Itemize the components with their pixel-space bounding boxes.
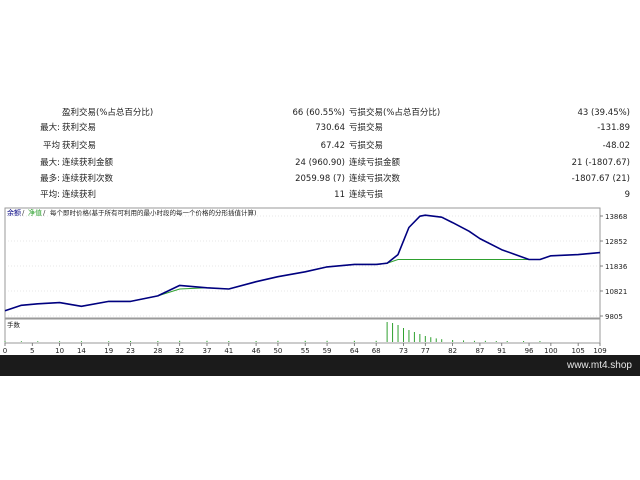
x-tick-label: 50 — [273, 347, 282, 355]
y-tick-label: 12852 — [605, 238, 627, 246]
stats-win-key: 获利交易 — [62, 123, 97, 133]
x-tick-label: 91 — [497, 347, 506, 355]
stats-loss-key: 连续亏损 — [349, 190, 384, 200]
stats-loss-value: -131.89 — [597, 123, 630, 133]
legend-note: 每个即时价格(基于所有可利用的最小时段的每一个价格的分形插值计算) — [50, 208, 257, 217]
y-tick-label: 10821 — [605, 288, 627, 296]
stats-row-label — [20, 105, 60, 121]
x-tick-label: 41 — [224, 347, 233, 355]
x-tick-label: 105 — [571, 347, 584, 355]
x-tick-label: 87 — [475, 347, 484, 355]
x-tick-label: 82 — [448, 347, 457, 355]
stats-win-value: 24 (960.90) — [295, 158, 345, 168]
x-tick-label: 37 — [203, 347, 212, 355]
stats-row-label: 平均 — [42, 141, 60, 151]
x-tick-label: 0 — [3, 347, 7, 355]
x-tick-label: 10 — [55, 347, 64, 355]
stats-win-key: 获利交易 — [62, 141, 97, 151]
stats-win-value: 730.64 — [315, 123, 345, 133]
stats-loss-key: 亏损交易 — [349, 123, 384, 133]
stats-win-value: 67.42 — [320, 141, 345, 151]
stats-win-value: 66 (60.55%) — [292, 108, 345, 118]
legend-balance: 余额 — [7, 208, 21, 217]
x-tick-label: 28 — [153, 347, 162, 355]
stats-win-value: 11 — [334, 190, 345, 200]
stats-row: 最大: 连续获利金额 24 (960.90) 连续亏损金额 21 (-1807.67) — [0, 155, 640, 171]
legend-equity: 净值 — [28, 208, 42, 217]
stats-row: 平均 获利交易 67.42 亏损交易 -48.02 — [0, 138, 640, 154]
stats-loss-key: 连续亏损金额 — [349, 158, 401, 168]
stats-row: 平均: 连续获利 11 连续亏损 9 — [0, 187, 640, 203]
x-tick-label: 23 — [126, 347, 135, 355]
stats-row-label: 最大: — [40, 158, 60, 168]
x-tick-label: 55 — [301, 347, 310, 355]
x-tick-label: 77 — [421, 347, 430, 355]
x-tick-label: 14 — [77, 347, 86, 355]
stats-win-key: 连续获利次数 — [62, 174, 114, 184]
stats-loss-key: 亏损交易 — [349, 141, 384, 151]
y-tick-label: 13868 — [605, 213, 627, 221]
x-tick-label: 46 — [252, 347, 261, 355]
stats-loss-value: 21 (-1807.67) — [571, 158, 630, 168]
stats-row: 最多: 连续获利次数 2059.98 (7) 连续亏损次数 -1807.67 (21) — [0, 171, 640, 187]
chart-background — [0, 205, 640, 355]
stats-loss-value: 9 — [624, 190, 630, 200]
y-tick-label: 11836 — [605, 263, 628, 271]
stats-row-label: 最多: — [40, 174, 60, 184]
stats-loss-key: 连续亏损次数 — [349, 174, 401, 184]
stats-win-key: 盈利交易(%占总百分比) — [62, 108, 154, 118]
brand-watermark: www.mt4.shop — [566, 360, 632, 371]
stats-win-value: 2059.98 (7) — [295, 174, 345, 184]
stats-loss-value: 43 (39.45%) — [577, 108, 630, 118]
x-tick-label: 96 — [525, 347, 534, 355]
x-tick-label: 68 — [372, 347, 381, 355]
chart-svg: 13868 12852 11836 10821 9805 0 5 10 14 19 23 28 32 3… — [0, 205, 640, 355]
x-tick-label: 109 — [593, 347, 606, 355]
stats-loss-value: -1807.67 (21) — [571, 174, 630, 184]
stats-row-label: 最大: — [40, 123, 60, 133]
footer-bar: www.mt4.shop — [0, 355, 640, 376]
stats-loss-value: -48.02 — [602, 141, 630, 151]
stats-loss-key: 亏损交易(%占总百分比) — [349, 108, 441, 118]
x-tick-label: 19 — [104, 347, 113, 355]
balance-chart: 13868 12852 11836 10821 9805 0 5 10 14 19 23 28 32 3… — [0, 205, 640, 355]
y-tick-label: 9805 — [605, 313, 623, 321]
x-tick-label: 5 — [30, 347, 34, 355]
x-tick-label: 100 — [544, 347, 557, 355]
x-tick-label: 64 — [350, 347, 359, 355]
volume-label: 手数 — [7, 320, 21, 329]
x-tick-label: 73 — [399, 347, 408, 355]
stats-row: 盈利交易(%占总百分比) 66 (60.55%) 亏损交易(%占总百分比) 43 (3… — [0, 105, 640, 121]
x-tick-label: 32 — [175, 347, 184, 355]
stats-row: 最大: 获利交易 730.64 亏损交易 -131.89 — [0, 120, 640, 136]
x-tick-label: 59 — [323, 347, 332, 355]
stats-win-key: 连续获利金额 — [62, 158, 114, 168]
stats-win-key: 连续获利 — [62, 190, 97, 200]
stats-row-label: 平均: — [40, 190, 60, 200]
